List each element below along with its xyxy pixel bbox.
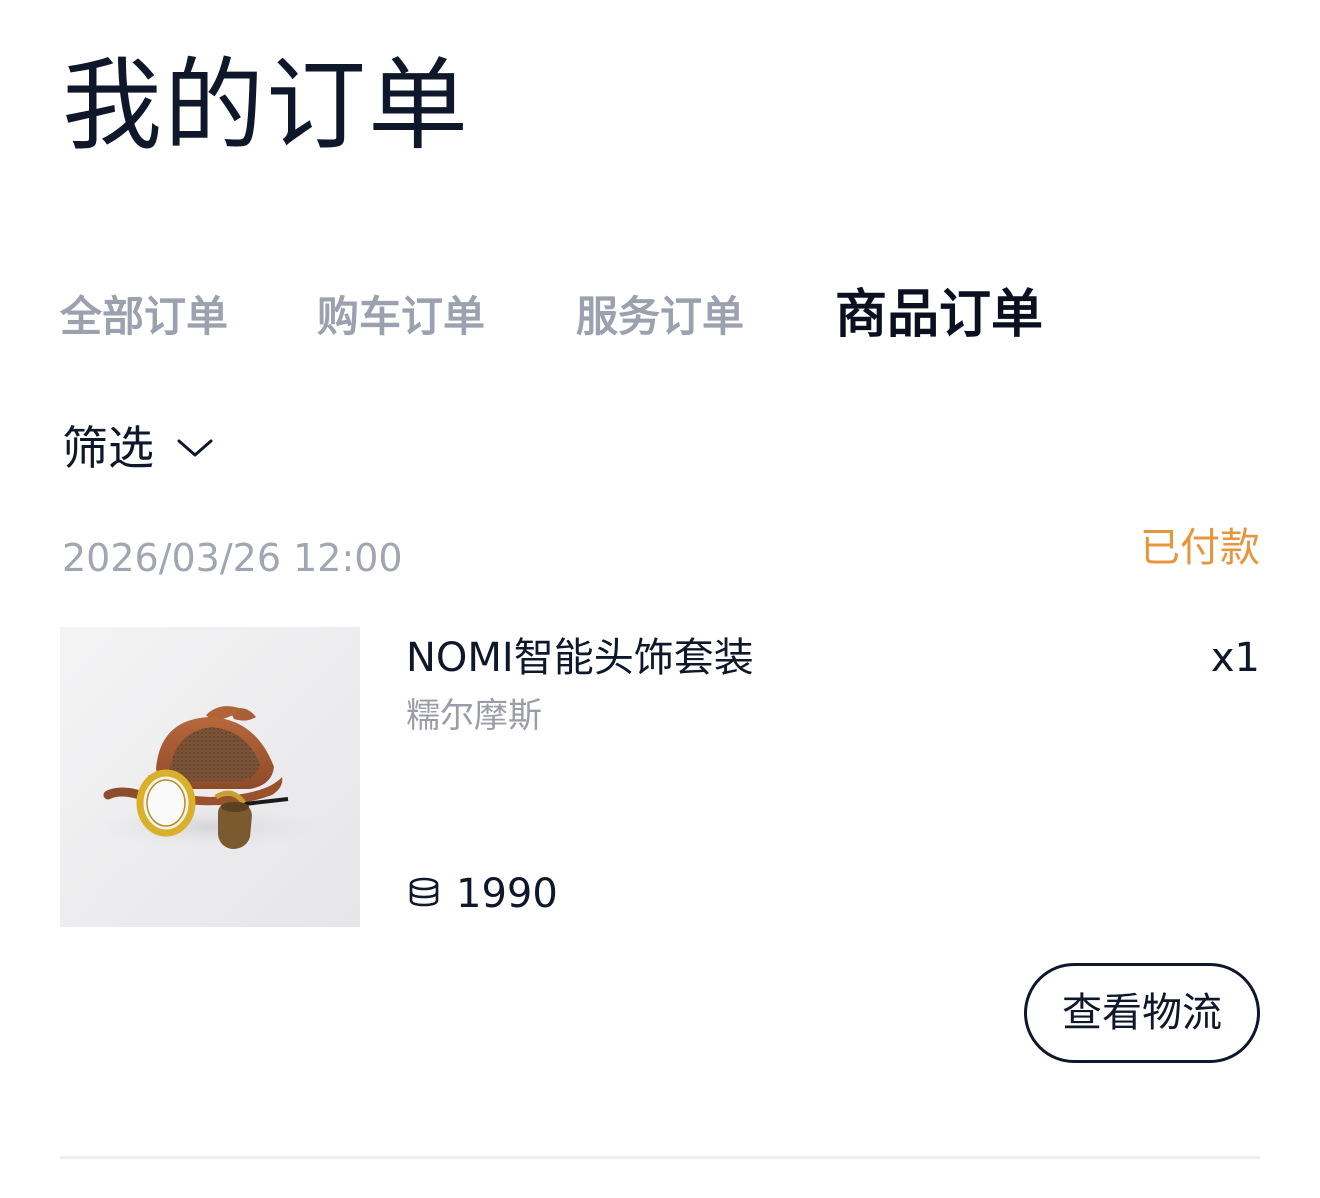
order-card: 2026/03/26 12:00 已付款 NOMI智能头饰套装 糯尔摩斯 x1 … [60, 520, 1260, 1160]
chevron-down-icon [177, 439, 213, 457]
product-hat-illustration [90, 706, 330, 849]
order-tabs: 全部订单 购车订单 服务订单 商品订单 [60, 282, 1160, 352]
product-variant: 糯尔摩斯 [406, 696, 542, 736]
tab-all-orders[interactable]: 全部订单 [60, 282, 228, 352]
order-status-badge: 已付款 [1140, 525, 1260, 571]
product-image[interactable] [60, 627, 360, 927]
product-quantity: x1 [1210, 635, 1260, 681]
coin-stack-icon [409, 877, 439, 907]
price-row: 1990 [406, 866, 558, 922]
tab-service-orders[interactable]: 服务订单 [576, 282, 744, 352]
filter-dropdown[interactable]: 筛选 [62, 416, 214, 480]
page-title: 我的订单 [62, 47, 470, 164]
filter-label: 筛选 [62, 421, 154, 475]
product-name[interactable]: NOMI智能头饰套装 [406, 630, 754, 686]
tab-product-orders[interactable]: 商品订单 [835, 280, 1043, 350]
order-time: 2026/03/26 12:00 [62, 536, 403, 580]
tab-car-orders[interactable]: 购车订单 [317, 282, 485, 352]
product-price: 1990 [456, 871, 558, 917]
view-logistics-button[interactable]: 查看物流 [1024, 963, 1260, 1063]
order-divider [60, 1156, 1260, 1159]
